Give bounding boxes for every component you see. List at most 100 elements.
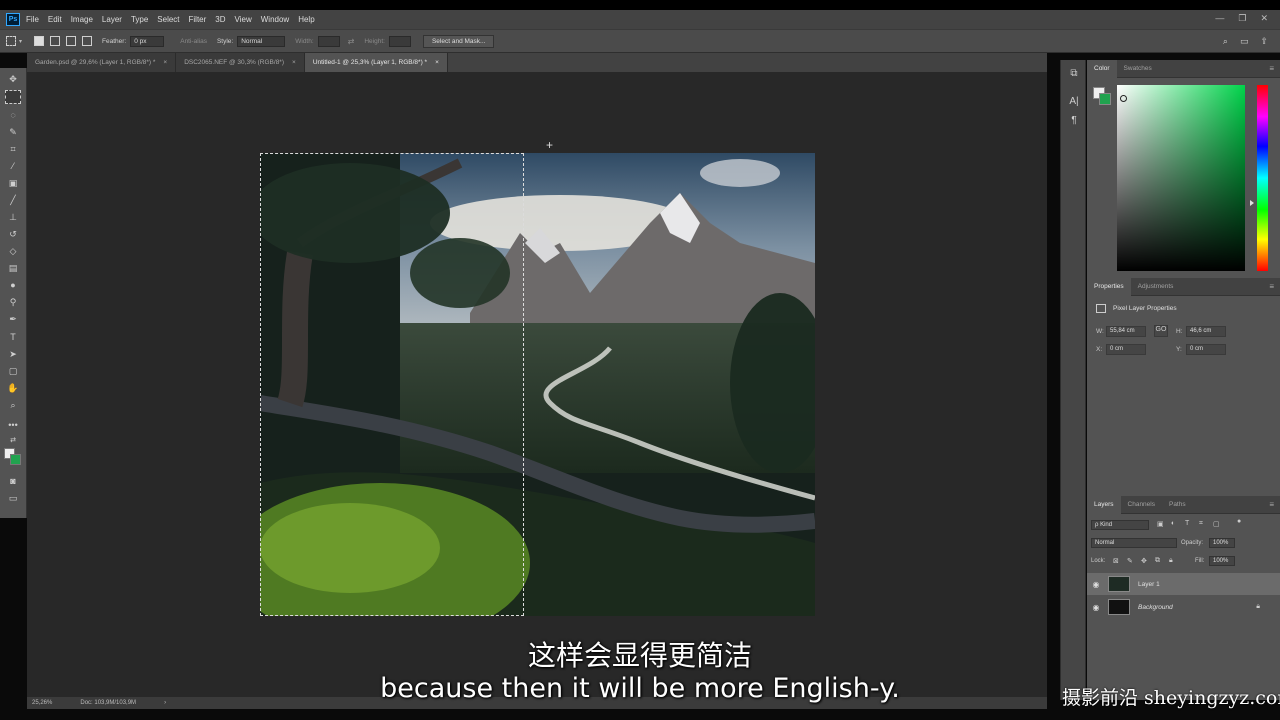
crop-tool-icon[interactable]: ⌗ — [5, 142, 21, 156]
y-field[interactable]: 0 cm — [1186, 344, 1226, 355]
search-icon[interactable]: ⌕ — [1223, 36, 1228, 47]
color-picker-handle[interactable] — [1120, 95, 1127, 102]
gradient-tool-icon[interactable]: ▤ — [5, 261, 21, 275]
menu-select[interactable]: Select — [157, 15, 179, 24]
move-tool-icon[interactable]: ✥ — [5, 72, 21, 86]
menu-type[interactable]: Type — [131, 15, 148, 24]
layer-kind-filter[interactable]: ρ Kind — [1091, 520, 1149, 530]
width-input[interactable] — [317, 35, 340, 47]
height-input[interactable] — [388, 35, 411, 47]
antialias-checkbox[interactable]: Anti-alias — [180, 38, 207, 45]
tab-untitled-1[interactable]: Untitled-1 @ 25,3% (Layer 1, RGB/8*) * × — [304, 53, 448, 72]
close-window-button[interactable]: ✕ — [1260, 13, 1268, 24]
color-background-swatch[interactable] — [1099, 93, 1111, 105]
layer-row-layer-1[interactable]: ◉ Layer 1 — [1087, 573, 1280, 595]
minimize-button[interactable]: — — [1215, 13, 1224, 24]
color-picker-field[interactable] — [1117, 85, 1245, 271]
menu-3d[interactable]: 3D — [215, 15, 225, 24]
menu-filter[interactable]: Filter — [189, 15, 207, 24]
layer-name[interactable]: Background — [1138, 604, 1173, 611]
lasso-tool-icon[interactable]: ◌ — [5, 108, 21, 122]
new-selection-icon[interactable] — [34, 36, 45, 46]
tab-dsc2065[interactable]: DSC2065.NEF @ 30,3% (RGB/8*) × — [176, 53, 305, 72]
add-selection-icon[interactable] — [50, 36, 61, 46]
menu-window[interactable]: Window — [261, 15, 289, 24]
tab-layers[interactable]: Layers — [1087, 495, 1121, 514]
select-and-mask-button[interactable]: Select and Mask... — [422, 34, 495, 48]
document-image[interactable] — [260, 153, 815, 616]
menu-layer[interactable]: Layer — [102, 15, 122, 24]
tab-swatches[interactable]: Swatches — [1117, 60, 1159, 78]
visibility-eye-icon[interactable]: ◉ — [1087, 580, 1105, 589]
pen-tool-icon[interactable]: ✒ — [5, 312, 21, 326]
feather-input[interactable]: 0 px — [130, 35, 165, 47]
filter-shape-icon[interactable]: ⌗ — [1199, 520, 1203, 528]
style-select[interactable]: Normal — [237, 35, 286, 47]
path-selection-tool-icon[interactable]: ➤ — [5, 347, 21, 361]
lock-transparent-icon[interactable]: ⊠ — [1113, 557, 1119, 565]
menu-image[interactable]: Image — [71, 15, 93, 24]
hue-slider[interactable] — [1257, 85, 1268, 271]
chevron-down-icon[interactable]: ▾ — [19, 38, 22, 45]
rectangular-marquee-tool-icon[interactable] — [5, 90, 21, 104]
menu-view[interactable]: View — [235, 15, 252, 24]
lock-artboard-icon[interactable]: ⧉ — [1155, 557, 1160, 565]
rectangle-tool-icon[interactable]: ▢ — [5, 364, 21, 378]
swap-dimensions-icon[interactable]: ⇄ — [348, 37, 355, 46]
more-tools-icon[interactable]: ••• — [5, 418, 21, 432]
intersect-selection-icon[interactable] — [82, 36, 93, 46]
blend-mode-select[interactable]: Normal — [1091, 538, 1177, 548]
quick-selection-tool-icon[interactable]: ✎ — [5, 125, 21, 139]
menu-help[interactable]: Help — [298, 15, 314, 24]
layer-row-background[interactable]: ◉ Background 🔒︎ — [1087, 596, 1280, 618]
tab-adjustments[interactable]: Adjustments — [1131, 278, 1181, 296]
history-panel-icon[interactable]: ⧉ — [1067, 68, 1081, 82]
x-field[interactable]: 0 cm — [1106, 344, 1146, 355]
tab-properties[interactable]: Properties — [1087, 277, 1131, 296]
healing-brush-tool-icon[interactable]: ▣ — [5, 176, 21, 190]
panel-menu-icon[interactable]: ≡ — [1269, 282, 1274, 291]
filter-type-icon[interactable]: T — [1185, 520, 1189, 527]
panel-menu-icon[interactable]: ≡ — [1269, 64, 1274, 73]
subtract-selection-icon[interactable] — [66, 36, 77, 46]
width-field[interactable]: 55,84 cm — [1106, 326, 1146, 337]
share-icon[interactable]: ⇪ — [1260, 36, 1268, 47]
paragraph-panel-icon[interactable]: ¶ — [1067, 115, 1081, 129]
clone-stamp-tool-icon[interactable]: ⊥ — [5, 210, 21, 224]
link-dimensions-icon[interactable]: GO — [1154, 325, 1168, 337]
fill-input[interactable]: 100% — [1209, 556, 1235, 566]
tab-garden[interactable]: Garden.psd @ 29,6% (Layer 1, RGB/8*) * × — [27, 53, 177, 72]
opacity-input[interactable]: 100% — [1209, 538, 1235, 548]
tab-channels[interactable]: Channels — [1121, 496, 1162, 514]
eraser-tool-icon[interactable]: ◇ — [5, 244, 21, 258]
close-icon[interactable]: × — [292, 59, 296, 66]
filter-pixel-icon[interactable]: ▣ — [1157, 520, 1164, 528]
brush-tool-icon[interactable]: ╱ — [5, 193, 21, 207]
hue-slider-arrow-icon[interactable] — [1250, 200, 1254, 206]
screen-mode-icon[interactable]: ▭ — [5, 491, 21, 505]
lock-all-icon[interactable]: 🔒︎ — [1169, 557, 1173, 565]
zoom-tool-icon[interactable]: ⌕ — [5, 398, 21, 412]
hand-tool-icon[interactable]: ✋ — [5, 381, 21, 395]
close-icon[interactable]: × — [435, 59, 439, 66]
menu-edit[interactable]: Edit — [48, 15, 62, 24]
history-brush-tool-icon[interactable]: ↺ — [5, 227, 21, 241]
restore-button[interactable]: ❐ — [1238, 13, 1246, 24]
filter-toggle-icon[interactable]: ● — [1237, 518, 1241, 525]
type-tool-icon[interactable]: T — [5, 330, 21, 344]
dodge-tool-icon[interactable]: ⚲ — [5, 295, 21, 309]
background-color-swatch[interactable] — [10, 454, 21, 465]
workspace-icon[interactable]: ▭ — [1240, 36, 1249, 47]
lock-image-icon[interactable]: ✎ — [1127, 557, 1133, 565]
canvas-area[interactable]: + — [27, 72, 1047, 697]
layer-name[interactable]: Layer 1 — [1138, 581, 1160, 588]
visibility-eye-icon[interactable]: ◉ — [1087, 603, 1105, 612]
filter-smart-object-icon[interactable]: ▢ — [1213, 520, 1220, 528]
character-panel-icon[interactable]: A| — [1067, 96, 1081, 110]
blur-tool-icon[interactable]: ● — [5, 278, 21, 292]
close-icon[interactable]: × — [163, 59, 167, 66]
marquee-preset-icon[interactable] — [6, 36, 16, 46]
panel-menu-icon[interactable]: ≡ — [1269, 500, 1274, 509]
lock-position-icon[interactable]: ✥ — [1141, 557, 1147, 565]
default-colors-icon[interactable]: ⇄ — [5, 434, 21, 448]
